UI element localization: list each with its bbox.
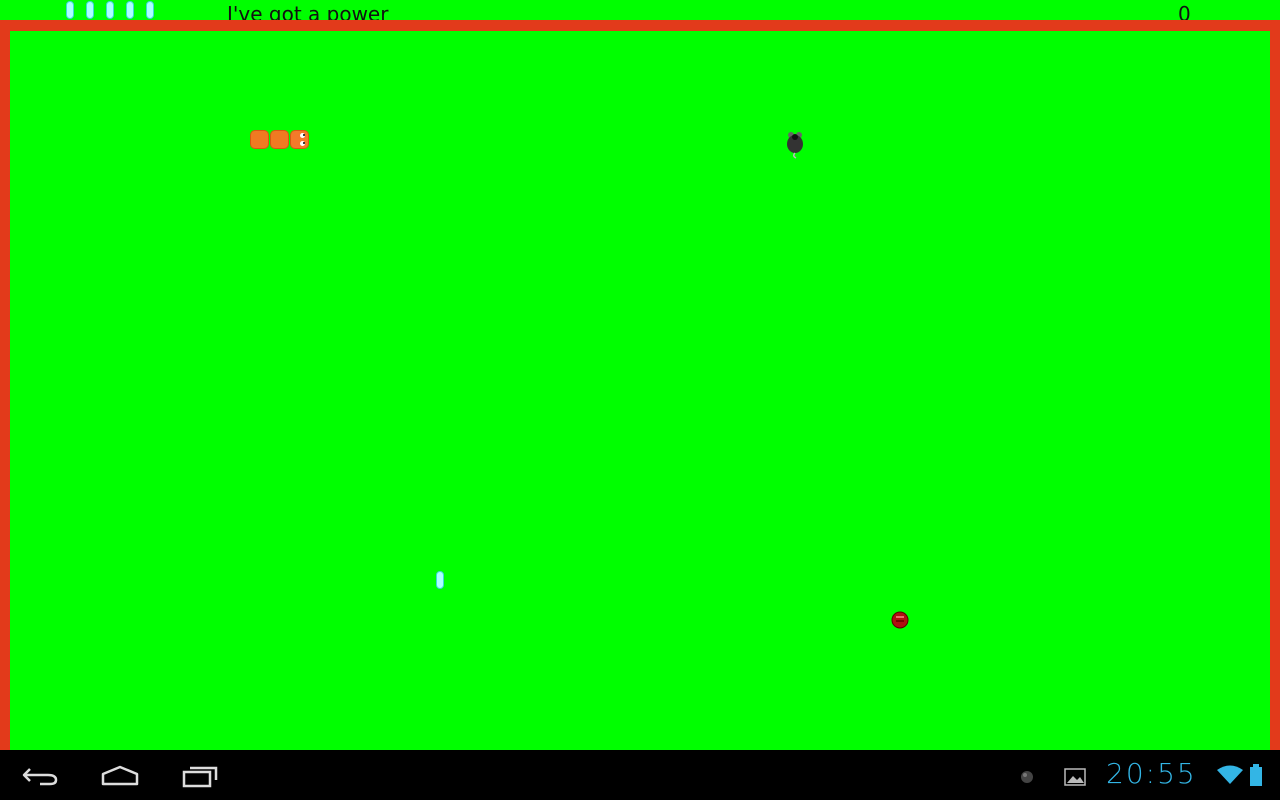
power-pill-icon (66, 1, 74, 19)
power-pill-icon (86, 1, 94, 19)
power-pill-icon (106, 1, 114, 19)
notification-dot-icon (1021, 771, 1033, 783)
home-icon[interactable] (100, 764, 140, 788)
status-clock: 20:55 (1106, 757, 1197, 790)
gallery-icon (1064, 768, 1086, 786)
snake-body-segment (270, 130, 289, 149)
recents-icon[interactable] (182, 766, 220, 788)
battery-icon (1250, 764, 1262, 786)
arena-wall (0, 20, 1280, 750)
navigation-bar (0, 750, 1280, 800)
play-field[interactable] (10, 31, 1270, 750)
power-pill-icon (146, 1, 154, 19)
power-pill-item (436, 571, 444, 589)
back-icon[interactable] (22, 766, 58, 786)
hud-bar: I've got a power 0 (0, 0, 1280, 25)
mouse-icon (787, 132, 803, 159)
wifi-icon (1217, 765, 1243, 784)
snake-eye-icon (300, 141, 305, 146)
red-orb-icon (891, 611, 909, 629)
power-pill-icon (126, 1, 134, 19)
snake-body-segment (250, 130, 269, 149)
snake-head (290, 130, 309, 149)
snake-eye-icon (300, 133, 305, 138)
